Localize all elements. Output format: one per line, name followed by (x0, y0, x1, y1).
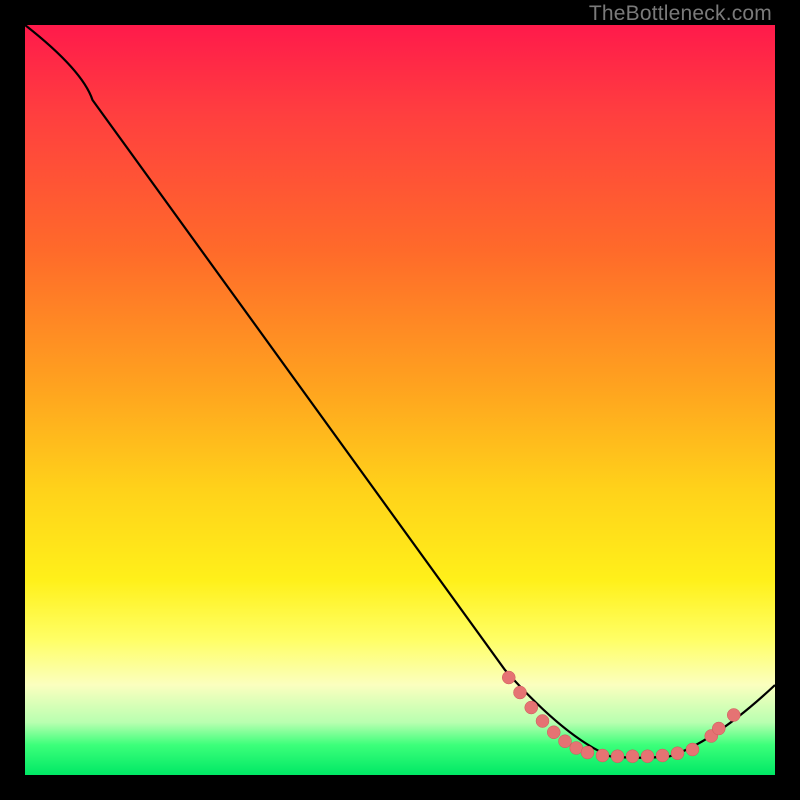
curve-marker (626, 750, 639, 763)
curve-markers (502, 671, 740, 763)
curve-marker (727, 709, 740, 722)
curve-marker (686, 743, 699, 756)
curve-marker (514, 686, 527, 699)
curve-marker (581, 746, 594, 759)
plot-area (25, 25, 775, 775)
curve-marker (547, 726, 560, 739)
curve-marker (656, 749, 669, 762)
curve-svg (25, 25, 775, 775)
curve-marker (611, 750, 624, 763)
curve-marker (712, 722, 725, 735)
curve-marker (536, 715, 549, 728)
bottleneck-curve (25, 25, 775, 758)
curve-marker (502, 671, 515, 684)
curve-marker (525, 701, 538, 714)
curve-marker (596, 749, 609, 762)
curve-marker (559, 735, 572, 748)
chart-frame: TheBottleneck.com (0, 0, 800, 800)
curve-marker (641, 750, 654, 763)
curve-marker (671, 747, 684, 760)
attribution-label: TheBottleneck.com (589, 2, 772, 26)
